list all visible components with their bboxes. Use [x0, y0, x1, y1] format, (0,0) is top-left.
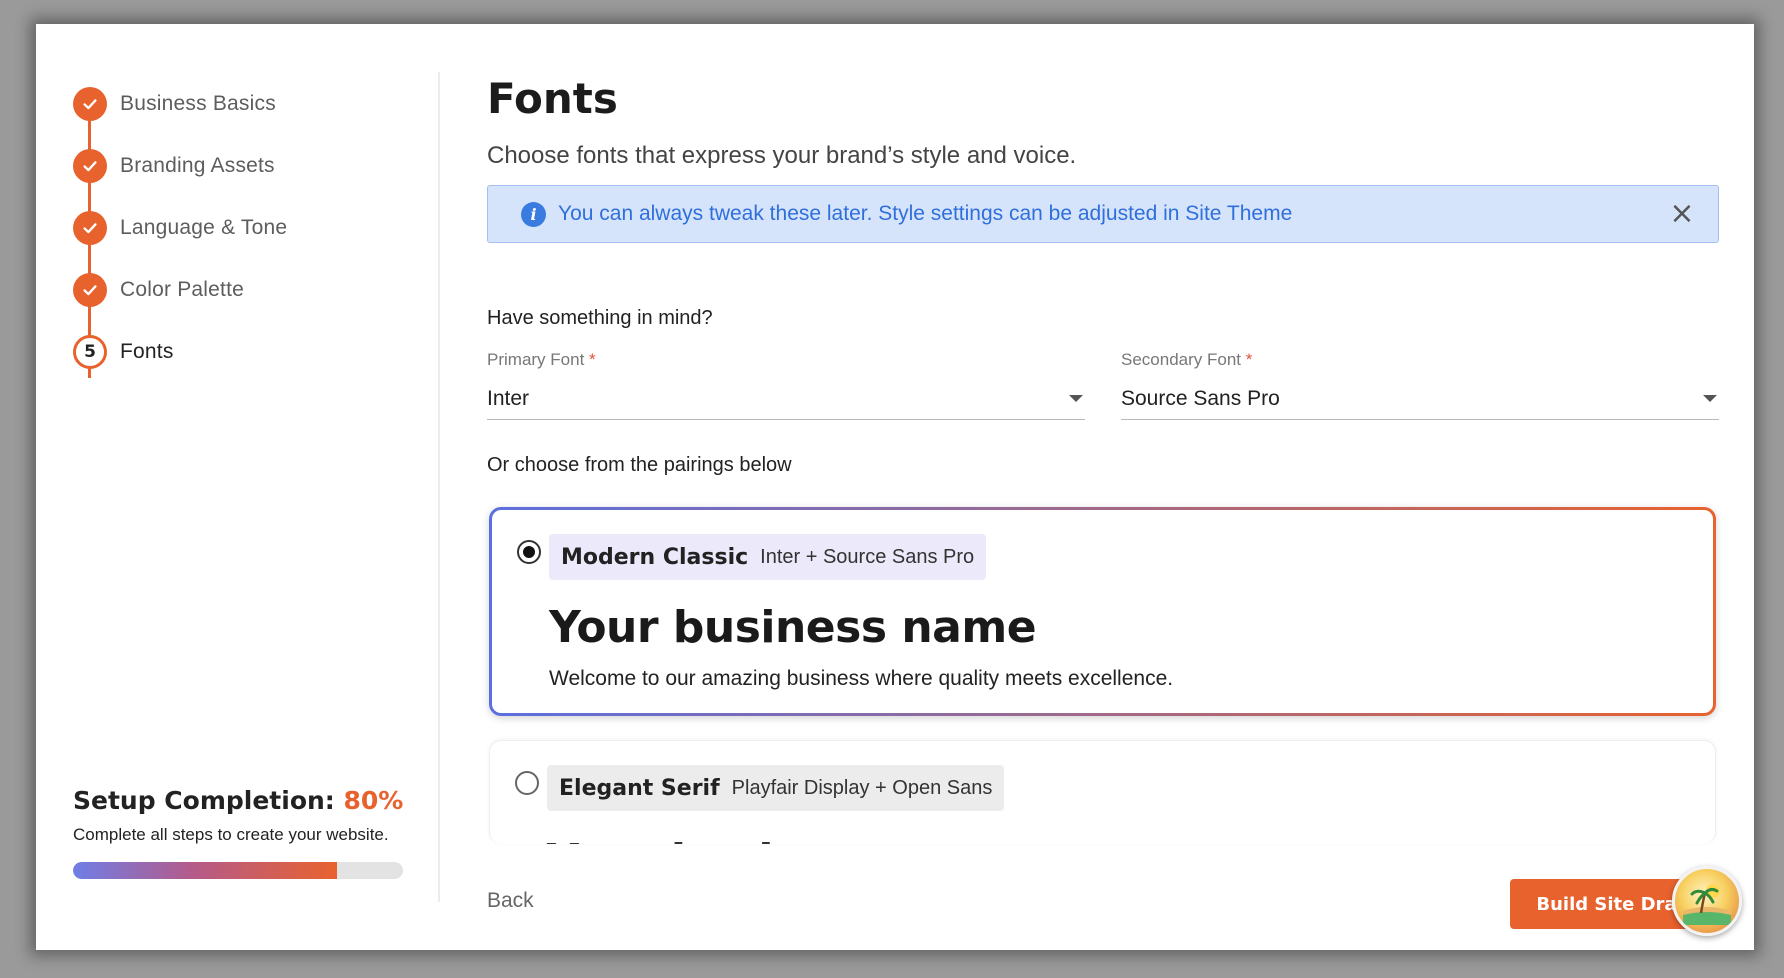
page-subtitle: Choose fonts that express your brand’s s…	[487, 142, 1077, 169]
pairing-fonts: Playfair Display + Open Sans	[731, 776, 993, 799]
font-prompt: Have something in mind?	[487, 307, 713, 329]
primary-font-value: Inter	[487, 386, 530, 410]
close-icon[interactable]: ×	[1668, 199, 1696, 229]
info-icon: i	[521, 201, 546, 227]
completion-percent: 80%	[343, 786, 404, 815]
step-number: 5	[73, 335, 107, 369]
info-banner: i You can always tweak these later. Styl…	[487, 185, 1719, 243]
pairings-heading: Or choose from the pairings below	[487, 454, 792, 476]
step-label: Business Basics	[120, 92, 276, 115]
page-title: Fonts	[487, 74, 618, 123]
pairing-radio[interactable]	[515, 771, 539, 795]
secondary-font-select[interactable]: Source Sans Pro	[1121, 378, 1719, 420]
step-fonts[interactable]: 5 Fonts	[73, 334, 174, 370]
check-icon	[73, 149, 107, 183]
secondary-font-field: Secondary Font * Source Sans Pro	[1121, 350, 1719, 420]
check-icon	[73, 211, 107, 245]
primary-font-field: Primary Font * Inter	[487, 350, 1085, 420]
pairing-tag: Modern Classic Inter + Source Sans Pro	[549, 534, 987, 580]
preview-heading: Your business name	[549, 602, 1037, 653]
sidebar-divider	[438, 72, 440, 902]
step-label: Color Palette	[120, 278, 244, 301]
step-business-basics[interactable]: Business Basics	[73, 86, 276, 122]
banner-text: You can always tweak these later. Style …	[558, 202, 1293, 225]
pairing-card-modern-classic[interactable]: Modern Classic Inter + Source Sans Pro Y…	[489, 507, 1716, 716]
completion-description: Complete all steps to create your websit…	[73, 825, 389, 844]
primary-font-select[interactable]: Inter	[487, 378, 1085, 420]
step-branding-assets[interactable]: Branding Assets	[73, 148, 275, 184]
chevron-down-icon	[1703, 395, 1717, 402]
chevron-down-icon	[1069, 395, 1083, 402]
pairing-radio[interactable]	[517, 540, 541, 564]
step-label: Branding Assets	[120, 154, 275, 177]
main-content: Fonts Choose fonts that express your bra…	[487, 24, 1719, 950]
setup-sidebar: Business Basics Branding Assets Language…	[36, 24, 438, 950]
required-mark: *	[589, 350, 596, 369]
secondary-font-value: Source Sans Pro	[1121, 386, 1280, 410]
step-language-tone[interactable]: Language & Tone	[73, 210, 287, 246]
step-label: Fonts	[120, 340, 174, 363]
beach-avatar-icon[interactable]	[1672, 866, 1742, 936]
pairing-name: Elegant Serif	[559, 775, 720, 801]
completion-title: Setup Completion: 80%	[73, 786, 404, 815]
pairing-card-elegant-serif[interactable]: Elegant Serif Playfair Display + Open Sa…	[489, 740, 1716, 844]
pairing-name: Modern Classic	[561, 544, 749, 570]
pairing-tag: Elegant Serif Playfair Display + Open Sa…	[547, 765, 1005, 811]
setup-completion: Setup Completion: 80% Complete all steps…	[73, 786, 413, 879]
step-label: Language & Tone	[120, 216, 288, 239]
completion-progress-bar	[73, 862, 403, 879]
check-icon	[73, 87, 107, 121]
secondary-font-label: Secondary Font *	[1121, 350, 1253, 369]
primary-font-label: Primary Font *	[487, 350, 596, 369]
pairing-fonts: Inter + Source Sans Pro	[760, 545, 975, 568]
app-window: Business Basics Branding Assets Language…	[36, 24, 1754, 950]
check-icon	[73, 273, 107, 307]
preview-heading: Your business name	[547, 835, 1035, 844]
back-button[interactable]: Back	[487, 889, 534, 913]
preview-body: Welcome to our amazing business where qu…	[549, 667, 1174, 690]
step-color-palette[interactable]: Color Palette	[73, 272, 244, 308]
progress-fill	[73, 862, 337, 879]
required-mark: *	[1245, 350, 1253, 369]
